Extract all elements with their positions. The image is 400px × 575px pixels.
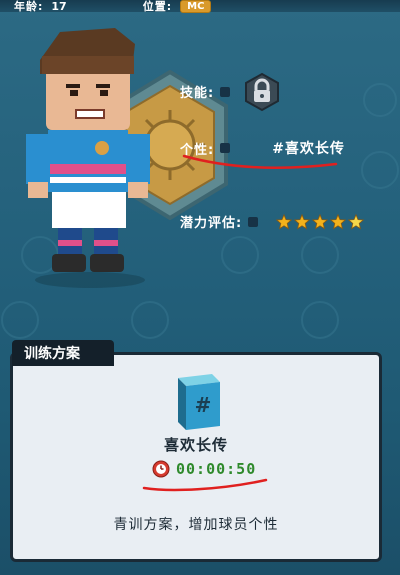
personality-label-marker bbox=[220, 143, 231, 153]
book-icon[interactable]: # bbox=[170, 372, 224, 432]
age-value: 17 bbox=[51, 0, 67, 13]
lock-icon[interactable] bbox=[242, 72, 282, 112]
potential-row: 潜力评估: bbox=[180, 212, 365, 231]
skill-row: 技能: bbox=[180, 82, 231, 101]
training-plan-name: 喜欢长传 bbox=[163, 436, 228, 454]
personality-row: 个性: #喜欢长传 bbox=[180, 138, 345, 158]
position-badge: MC bbox=[180, 0, 212, 13]
timer-value: 00:00:50 bbox=[176, 460, 257, 478]
player-header: 年龄: 17 位置: MC bbox=[0, 0, 400, 13]
skill-label: 技能: bbox=[180, 86, 215, 101]
clock-icon bbox=[152, 460, 170, 478]
star-icon bbox=[312, 213, 329, 229]
star-icon bbox=[276, 213, 293, 229]
training-plan-tab: 训练方案 bbox=[12, 340, 114, 366]
personality-label: 个性: bbox=[180, 142, 215, 158]
player-avatar bbox=[26, 28, 150, 288]
star-icon bbox=[330, 213, 347, 229]
training-timer: 00:00:50 bbox=[152, 460, 256, 478]
age-label: 年龄: bbox=[14, 0, 44, 13]
potential-stars bbox=[276, 213, 365, 230]
training-plan-description: 青训方案，增加球员个性 bbox=[113, 517, 279, 533]
svg-text:#: # bbox=[195, 393, 212, 417]
potential-label: 潜力评估: bbox=[180, 216, 243, 231]
personality-value: #喜欢长传 bbox=[272, 141, 345, 157]
skill-label-marker bbox=[220, 86, 231, 97]
star-icon bbox=[294, 213, 311, 229]
position-label: 位置: bbox=[142, 0, 173, 13]
potential-label-marker bbox=[248, 216, 259, 227]
star-icon bbox=[348, 213, 365, 229]
